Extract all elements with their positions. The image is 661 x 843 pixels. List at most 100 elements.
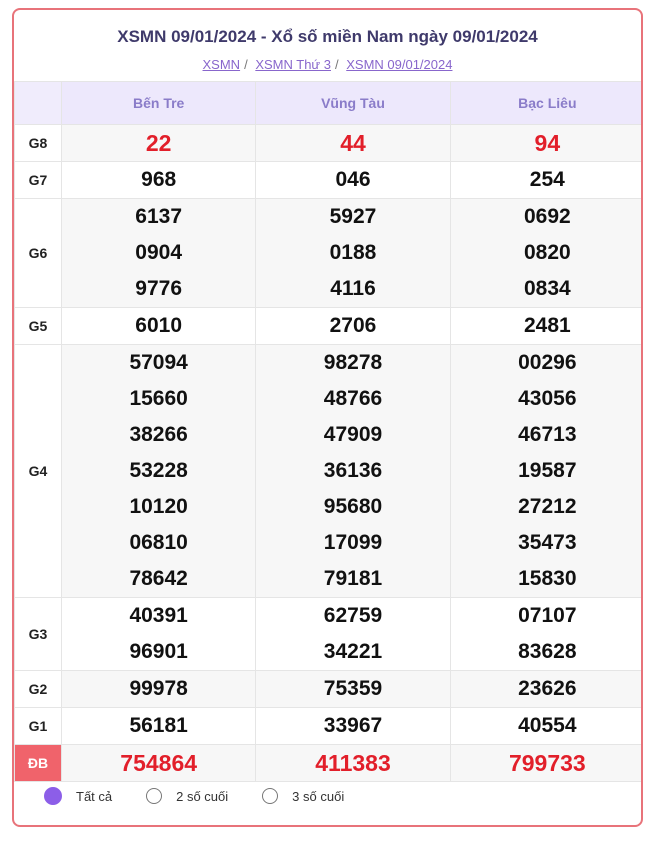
prize-number: 10120 xyxy=(62,489,256,525)
prize-number: 6010 xyxy=(135,314,183,337)
prize-label: G4 xyxy=(14,344,62,598)
prize-cell: 046 xyxy=(255,161,451,199)
prize-label: G3 xyxy=(14,597,62,671)
prize-number: 2481 xyxy=(523,314,571,337)
prize-number: 33967 xyxy=(323,714,383,737)
prize-number: 046 xyxy=(335,168,371,191)
breadcrumb: XSMN / XSMN Thứ 3/ XSMN 09/01/2024 xyxy=(202,57,453,72)
prize-number: 95680 xyxy=(256,489,450,525)
prize-number: 78642 xyxy=(62,561,256,597)
prize-cell: 2706 xyxy=(255,307,451,345)
prize-cell: 99978 xyxy=(60,670,257,708)
prize-number: 96901 xyxy=(129,640,188,663)
prize-number: 23626 xyxy=(450,671,641,707)
prize-label: G6 xyxy=(14,198,62,308)
filter-all[interactable]: Tất cả xyxy=(44,787,112,805)
results-card: XSMN 09/01/2024 - Xổ số miền Nam ngày 09… xyxy=(12,8,643,827)
prize-cell: 94 xyxy=(449,124,641,162)
prize-cell: 411383 xyxy=(255,744,451,782)
header-blank xyxy=(14,81,62,125)
prize-number: 07107 xyxy=(518,604,577,627)
prize-label: ĐB xyxy=(14,744,62,782)
prize-label: G1 xyxy=(14,707,62,745)
prize-cell: 6010 xyxy=(60,307,257,345)
prize-cell: 0692 0820 0834 xyxy=(449,198,641,308)
prize-number: 22 xyxy=(62,125,256,161)
prize-cell: 44 xyxy=(255,124,451,162)
prize-number: 40391 xyxy=(129,604,188,627)
prize-number: 0820 xyxy=(450,235,641,271)
prize-number: 2706 xyxy=(329,314,377,337)
prize-number: 5927 xyxy=(256,199,450,235)
prize-number: 254 xyxy=(529,168,565,191)
page-title: XSMN 09/01/2024 - Xổ số miền Nam ngày 09… xyxy=(117,27,538,46)
prize-number: 0188 xyxy=(256,235,450,271)
prize-cell: 22 xyxy=(60,124,257,162)
prize-cell: 799733 xyxy=(449,744,641,782)
prize-number: 27212 xyxy=(450,489,641,525)
prize-row: G6 6137 0904 9776 5927 0188 4116 0692 0820 0834 xyxy=(14,198,641,308)
prize-number: 00296 xyxy=(450,345,641,381)
prize-number: 53228 xyxy=(62,453,256,489)
prize-cell: 62759 34221 xyxy=(255,597,451,671)
prize-number: 56181 xyxy=(129,714,188,737)
prize-cell: 754864 xyxy=(60,744,257,782)
prize-number: 43056 xyxy=(450,381,641,417)
prize-label: G5 xyxy=(14,307,62,345)
prize-number: 0692 xyxy=(450,199,641,235)
prize-cell: 33967 xyxy=(255,707,451,745)
prize-row: G1 56181 33967 40554 xyxy=(14,707,641,745)
prize-cell: 57094 15660 38266 53228 10120 06810 78642 xyxy=(60,344,257,598)
filter-last-3-label: 3 số cuối xyxy=(292,788,345,804)
filter-all-label: Tất cả xyxy=(76,788,113,804)
prize-label: G8 xyxy=(14,124,62,162)
prize-cell: 23626 xyxy=(449,670,641,708)
prize-number: 9776 xyxy=(62,271,256,307)
results-table: Bến Tre Vũng Tàu Bạc Liêu G8 22 44 94 G7 968 0… xyxy=(14,81,641,782)
prize-number: 17099 xyxy=(256,525,450,561)
prize-cell: 40391 96901 xyxy=(60,597,257,671)
prize-cell: 56181 xyxy=(60,707,257,745)
prize-number: 44 xyxy=(256,125,450,161)
filter-last-2[interactable]: 2 số cuối xyxy=(146,788,228,804)
filter-last-2-label: 2 số cuối xyxy=(176,788,229,804)
radio-selected-icon[interactable] xyxy=(44,787,62,805)
prize-number: 75359 xyxy=(256,671,450,707)
prize-cell: 75359 xyxy=(255,670,451,708)
prize-row: ĐB 754864 411383 799733 xyxy=(14,744,641,782)
prize-number: 06810 xyxy=(62,525,256,561)
prize-number: 754864 xyxy=(62,745,256,781)
radio-icon[interactable] xyxy=(262,788,279,804)
breadcrumb-date[interactable]: XSMN 09/01/2024 xyxy=(346,57,452,72)
prize-number: 46713 xyxy=(450,417,641,453)
prize-label: G7 xyxy=(14,161,62,199)
column-header-ben-tre: Bến Tre xyxy=(60,81,257,125)
breadcrumb-xsmn[interactable]: XSMN xyxy=(203,57,241,72)
column-header-vung-tau: Vũng Tàu xyxy=(255,81,451,125)
prize-number: 799733 xyxy=(450,745,641,781)
prize-number: 47909 xyxy=(256,417,450,453)
filter-last-3[interactable]: 3 số cuối xyxy=(262,788,344,804)
prize-label: G2 xyxy=(14,670,62,708)
prize-number: 98278 xyxy=(256,345,450,381)
prize-number: 34221 xyxy=(323,640,383,663)
prize-number: 99978 xyxy=(62,671,256,707)
prize-number: 36136 xyxy=(256,453,450,489)
prize-cell: 968 xyxy=(60,161,257,199)
digit-filter: Tất cả 2 số cuối 3 số cuối xyxy=(44,787,378,805)
prize-number: 35473 xyxy=(450,525,641,561)
prize-cell: 00296 43056 46713 19587 27212 35473 15830 xyxy=(449,344,641,598)
prize-cell: 254 xyxy=(449,161,641,199)
prize-number: 38266 xyxy=(62,417,256,453)
prize-row: G5 6010 2706 2481 xyxy=(14,307,641,345)
radio-icon[interactable] xyxy=(146,788,163,804)
prize-cell: 07107 83628 xyxy=(449,597,641,671)
prize-number: 411383 xyxy=(256,745,450,781)
prize-cell: 98278 48766 47909 36136 95680 17099 79181 xyxy=(255,344,451,598)
breadcrumb-xsmn-thu3[interactable]: XSMN Thứ 3 xyxy=(255,57,331,72)
prize-number: 15830 xyxy=(450,561,641,597)
prize-row: G7 968 046 254 xyxy=(14,161,641,199)
prize-row: G4 57094 15660 38266 53228 10120 06810 78642 982… xyxy=(14,344,641,598)
prize-number: 48766 xyxy=(256,381,450,417)
prize-number: 62759 xyxy=(323,604,383,627)
